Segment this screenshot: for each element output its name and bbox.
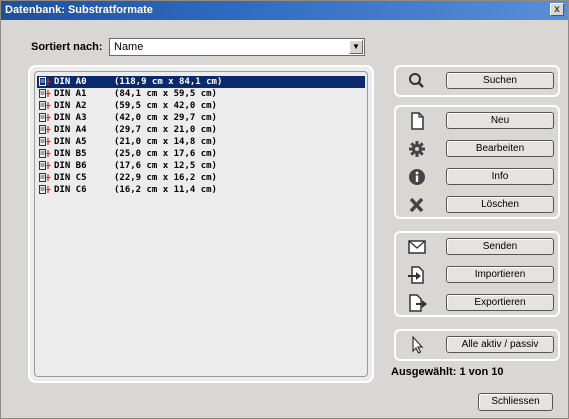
sort-dropdown-value: Name bbox=[114, 41, 144, 53]
format-icon bbox=[39, 185, 51, 194]
transfer-panel: Senden Importieren Exportieren bbox=[394, 231, 560, 317]
edit-row: Bearbeiten bbox=[396, 137, 558, 161]
format-name: DIN A5 bbox=[54, 137, 87, 147]
sort-label: Sortiert nach: bbox=[31, 41, 103, 53]
format-size: (16,2 cm x 11,4 cm) bbox=[114, 185, 217, 195]
format-name: DIN B5 bbox=[54, 149, 87, 159]
list-item[interactable]: DIN A3 (42,0 cm x 29,7 cm) bbox=[37, 112, 365, 124]
format-size: (118,9 cm x 84,1 cm) bbox=[114, 77, 223, 87]
list-item[interactable]: DIN B5 (25,0 cm x 17,6 cm) bbox=[37, 148, 365, 160]
list-item[interactable]: DIN B6 (17,6 cm x 12,5 cm) bbox=[37, 160, 365, 172]
list-item[interactable]: DIN A5 (21,0 cm x 14,8 cm) bbox=[37, 136, 365, 148]
format-name: DIN A0 bbox=[54, 77, 87, 87]
import-row: Importieren bbox=[396, 263, 558, 287]
format-name: DIN A1 bbox=[54, 89, 87, 99]
list-item[interactable]: DIN A4 (29,7 cm x 21,0 cm) bbox=[37, 124, 365, 136]
cursor-arrow-icon bbox=[412, 336, 424, 354]
toggle-panel: Alle aktiv / passiv bbox=[394, 329, 560, 361]
format-name: DIN A4 bbox=[54, 125, 87, 135]
search-row: Suchen bbox=[396, 69, 558, 93]
format-icon bbox=[39, 113, 51, 122]
new-row: Neu bbox=[396, 109, 558, 133]
format-name: DIN B6 bbox=[54, 161, 87, 171]
format-list[interactable]: DIN A0 (118,9 cm x 84,1 cm) DIN A1 (84,1 cm… bbox=[34, 71, 368, 377]
toggle-active-button[interactable]: Alle aktiv / passiv bbox=[446, 336, 554, 353]
list-item[interactable]: DIN A2 (59,5 cm x 42,0 cm) bbox=[37, 100, 365, 112]
format-icon bbox=[39, 89, 51, 98]
envelope-icon bbox=[408, 240, 426, 254]
chevron-down-icon[interactable]: ▼ bbox=[349, 40, 363, 54]
format-size: (21,0 cm x 14,8 cm) bbox=[114, 137, 217, 147]
format-name: DIN A3 bbox=[54, 113, 87, 123]
format-icon bbox=[39, 173, 51, 182]
list-item[interactable]: DIN A0 (118,9 cm x 84,1 cm) bbox=[37, 76, 365, 88]
search-panel: Suchen bbox=[394, 65, 560, 97]
window-close-button[interactable]: x bbox=[550, 3, 564, 16]
format-icon bbox=[39, 125, 51, 134]
list-item[interactable]: DIN C6 (16,2 cm x 11,4 cm) bbox=[37, 184, 365, 196]
format-size: (17,6 cm x 12,5 cm) bbox=[114, 161, 217, 171]
format-name: DIN C6 bbox=[54, 185, 87, 195]
new-button[interactable]: Neu bbox=[446, 112, 554, 129]
format-icon bbox=[39, 161, 51, 170]
new-document-icon bbox=[411, 112, 424, 130]
format-icon bbox=[39, 101, 51, 110]
export-row: Exportieren bbox=[396, 291, 558, 315]
send-row: Senden bbox=[396, 235, 558, 259]
format-size: (84,1 cm x 59,5 cm) bbox=[114, 89, 217, 99]
format-size: (22,9 cm x 16,2 cm) bbox=[114, 173, 217, 183]
list-item[interactable]: DIN C5 (22,9 cm x 16,2 cm) bbox=[37, 172, 365, 184]
format-icon bbox=[39, 137, 51, 146]
format-size: (42,0 cm x 29,7 cm) bbox=[114, 113, 217, 123]
title-bar[interactable]: Datenbank: Substratformate x bbox=[1, 1, 568, 20]
sort-dropdown[interactable]: Name ▼ bbox=[109, 38, 365, 56]
actions-panel: Neu Bearbeiten Info Löschen bbox=[394, 105, 560, 219]
edit-button[interactable]: Bearbeiten bbox=[446, 140, 554, 157]
export-button[interactable]: Exportieren bbox=[446, 294, 554, 311]
format-name: DIN C5 bbox=[54, 173, 87, 183]
format-size: (29,7 cm x 21,0 cm) bbox=[114, 125, 217, 135]
dialog-window: Datenbank: Substratformate x Sortiert na… bbox=[0, 0, 569, 419]
list-item[interactable]: DIN A1 (84,1 cm x 59,5 cm) bbox=[37, 88, 365, 100]
search-button[interactable]: Suchen bbox=[446, 72, 554, 89]
format-icon bbox=[39, 77, 51, 86]
selection-status: Ausgewählt: 1 von 10 bbox=[391, 366, 504, 378]
import-icon bbox=[408, 266, 424, 284]
delete-button[interactable]: Löschen bbox=[446, 196, 554, 213]
export-icon bbox=[409, 294, 427, 312]
format-size: (25,0 cm x 17,6 cm) bbox=[114, 149, 217, 159]
format-size: (59,5 cm x 42,0 cm) bbox=[114, 101, 217, 111]
format-name: DIN A2 bbox=[54, 101, 87, 111]
toggle-row: Alle aktiv / passiv bbox=[396, 333, 558, 357]
info-icon bbox=[409, 169, 425, 185]
delete-x-icon bbox=[409, 197, 424, 213]
gear-icon bbox=[409, 141, 425, 157]
format-list-frame: DIN A0 (118,9 cm x 84,1 cm) DIN A1 (84,1 cm… bbox=[28, 65, 374, 383]
search-icon bbox=[409, 73, 424, 88]
send-button[interactable]: Senden bbox=[446, 238, 554, 255]
window-title: Datenbank: Substratformate bbox=[5, 4, 153, 16]
import-button[interactable]: Importieren bbox=[446, 266, 554, 283]
info-button[interactable]: Info bbox=[446, 168, 554, 185]
info-row: Info bbox=[396, 165, 558, 189]
format-icon bbox=[39, 149, 51, 158]
delete-row: Löschen bbox=[396, 193, 558, 217]
close-dialog-button[interactable]: Schliessen bbox=[478, 393, 553, 411]
